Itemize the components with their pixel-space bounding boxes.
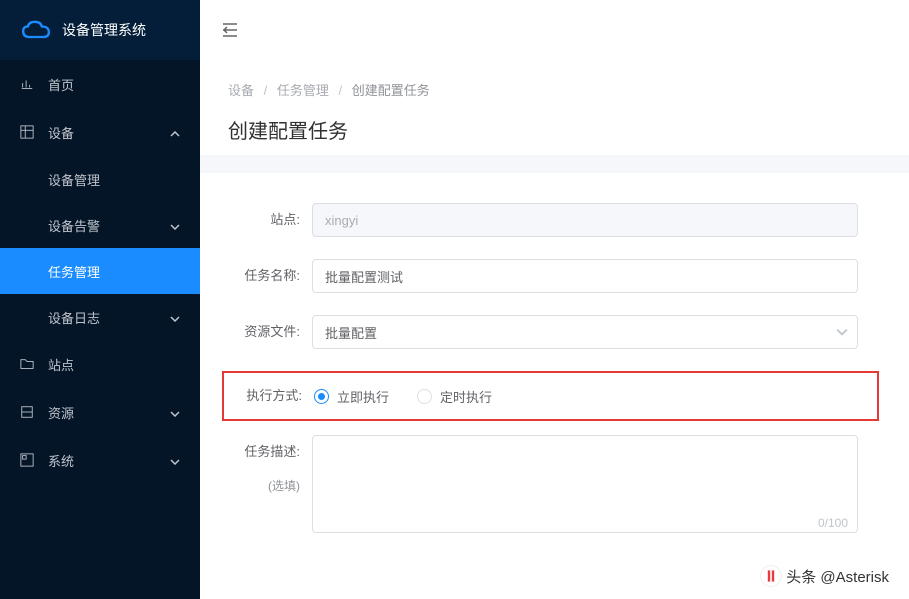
sidebar-label: 设备 (48, 123, 74, 142)
task-name-label: 任务名称: (230, 259, 312, 293)
sidebar-label: 任务管理 (48, 262, 100, 281)
task-name-input[interactable] (312, 259, 858, 293)
sidebar-subitem-task-mgmt[interactable]: 任务管理 (0, 248, 200, 294)
collapse-sidebar-button[interactable] (220, 20, 240, 40)
desc-textarea[interactable] (312, 435, 858, 533)
layers-icon (20, 405, 36, 419)
char-counter: 0/100 (818, 516, 848, 530)
cloud-icon (22, 20, 50, 40)
radio-label: 立即执行 (337, 387, 389, 406)
desc-sublabel: (选填) (230, 469, 300, 503)
sidebar-subitem-device-alarm[interactable]: 设备告警 (0, 202, 200, 248)
sidebar-item-device[interactable]: 设备 (0, 108, 200, 156)
exec-mode-label: 执行方式: (232, 379, 314, 413)
page-title: 创建配置任务 (228, 115, 881, 144)
chart-icon (20, 77, 36, 91)
chevron-down-icon (170, 218, 180, 233)
sidebar: 设备管理系统 首页 设备 设备管理 设备告警 任务管理 设备日志 站点 资源 系… (0, 0, 200, 599)
sidebar-item-site[interactable]: 站点 (0, 340, 200, 388)
sidebar-item-home[interactable]: 首页 (0, 60, 200, 108)
app-name: 设备管理系统 (62, 20, 146, 40)
form: 站点: 任务名称: 资源文件: 执行方式: (200, 173, 909, 599)
sidebar-label: 设备日志 (48, 308, 100, 327)
breadcrumb-sep: / (264, 83, 268, 98)
grid-icon (20, 125, 36, 139)
folder-icon (20, 357, 36, 371)
radio-label: 定时执行 (440, 387, 492, 406)
chevron-up-icon (170, 125, 180, 140)
watermark-logo-icon (760, 565, 782, 587)
sidebar-item-resource[interactable]: 资源 (0, 388, 200, 436)
watermark-text: 头条 @Asterisk (786, 566, 889, 587)
content-gap (200, 155, 909, 173)
exec-now-radio[interactable]: 立即执行 (314, 387, 389, 406)
site-label: 站点: (230, 203, 312, 237)
sidebar-label: 设备管理 (48, 170, 100, 189)
sidebar-subitem-device-log[interactable]: 设备日志 (0, 294, 200, 340)
exec-schedule-radio[interactable]: 定时执行 (417, 387, 492, 406)
breadcrumb-sep: / (339, 83, 343, 98)
sidebar-label: 资源 (48, 403, 74, 422)
resource-select[interactable] (312, 315, 858, 349)
radio-icon (417, 389, 432, 404)
sidebar-label: 设备告警 (48, 216, 100, 235)
desc-label: 任务描述: (选填) (230, 435, 312, 503)
logo-area: 设备管理系统 (0, 0, 200, 60)
page-header: 设备 / 任务管理 / 创建配置任务 创建配置任务 (200, 60, 909, 155)
breadcrumb-item[interactable]: 任务管理 (277, 83, 329, 98)
resource-label: 资源文件: (230, 315, 312, 349)
breadcrumb-item-current: 创建配置任务 (352, 83, 430, 98)
chevron-down-icon (170, 453, 180, 468)
watermark: 头条 @Asterisk (760, 565, 889, 587)
sidebar-label: 站点 (48, 355, 74, 374)
site-input (312, 203, 858, 237)
radio-icon (314, 389, 329, 404)
chevron-down-icon (170, 310, 180, 325)
dashboard-icon (20, 453, 36, 467)
sidebar-item-system[interactable]: 系统 (0, 436, 200, 484)
sidebar-subitem-device-mgmt[interactable]: 设备管理 (0, 156, 200, 202)
sidebar-label: 系统 (48, 451, 74, 470)
breadcrumb-item[interactable]: 设备 (228, 83, 254, 98)
highlighted-section: 执行方式: 立即执行 定时执行 (222, 371, 879, 421)
breadcrumb: 设备 / 任务管理 / 创建配置任务 (228, 80, 881, 99)
chevron-down-icon (170, 405, 180, 420)
topbar (200, 0, 909, 60)
sidebar-label: 首页 (48, 75, 74, 94)
main-content: 设备 / 任务管理 / 创建配置任务 创建配置任务 站点: 任务名称: 资源文件… (200, 0, 909, 599)
